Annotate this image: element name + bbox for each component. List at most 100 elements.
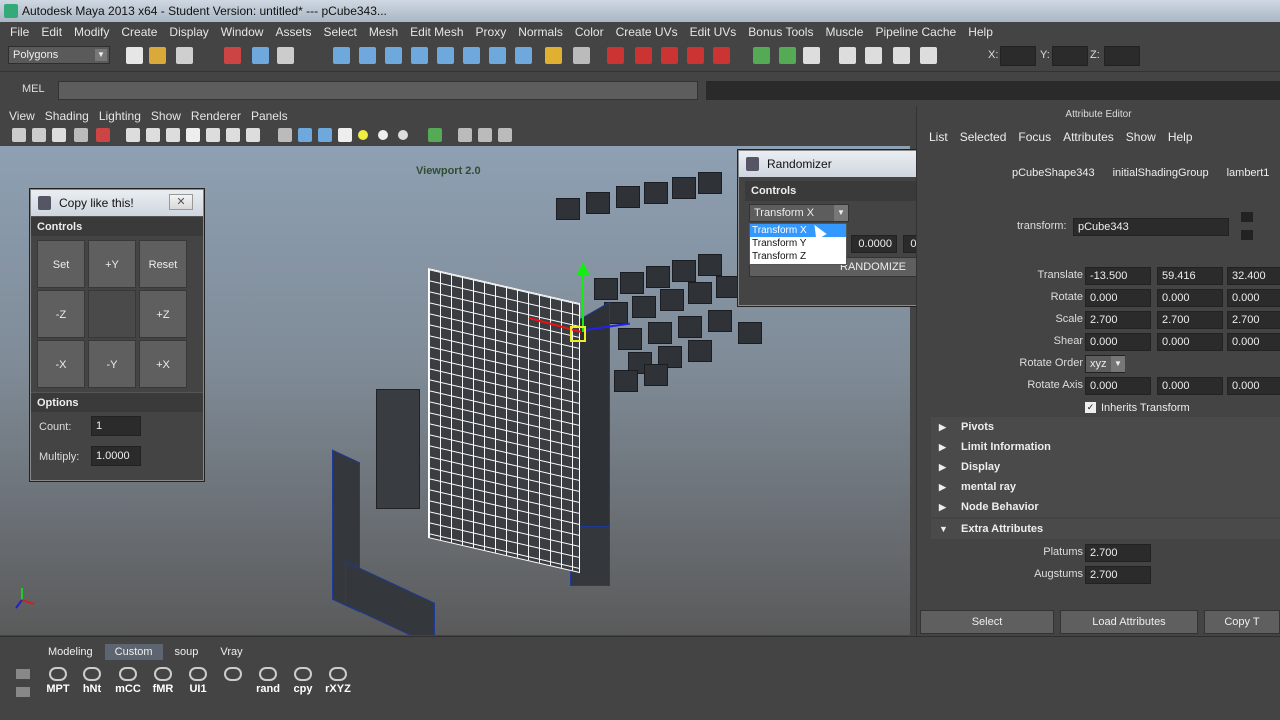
option-transform-y[interactable]: Transform Y [750, 237, 846, 250]
minus-y-button[interactable]: -Y [88, 340, 136, 388]
menu-edit-uvs[interactable]: Edit UVs [684, 25, 743, 39]
menu-normals[interactable]: Normals [512, 25, 569, 39]
menu-display[interactable]: Display [163, 25, 214, 39]
texture-icon[interactable] [186, 128, 200, 142]
help-icon[interactable] [515, 47, 532, 64]
snap-curve-icon[interactable] [359, 47, 376, 64]
shelf-button-rand[interactable]: rand [252, 667, 284, 701]
clapboard-icon[interactable] [865, 47, 882, 64]
minus-x-button[interactable]: -X [37, 340, 85, 388]
random-min-field[interactable]: 0.0000 [851, 235, 897, 253]
rotate-x-field[interactable]: 0.000 [1085, 289, 1151, 307]
shelf-tab-modeling[interactable]: Modeling [38, 644, 103, 660]
light-icon[interactable] [358, 130, 368, 140]
lock-icon[interactable] [545, 47, 562, 64]
ae-load-attributes-button[interactable]: Load Attributes [1060, 610, 1198, 634]
vp-menu-panels[interactable]: Panels [246, 109, 293, 123]
ae-menu-focus[interactable]: Focus [1012, 130, 1057, 144]
mel-label[interactable]: MEL [22, 83, 45, 95]
menu-color[interactable]: Color [569, 25, 610, 39]
cube-wire-icon[interactable] [278, 128, 292, 142]
new-scene-icon[interactable] [126, 47, 143, 64]
snap-plane-icon[interactable] [411, 47, 428, 64]
reset-button[interactable]: Reset [139, 240, 187, 288]
save-scene-icon[interactable] [176, 47, 193, 64]
shelf-menu-icon[interactable] [16, 669, 30, 679]
input-output-icon[interactable] [573, 47, 590, 64]
modeling-toolkit-icon[interactable] [893, 47, 910, 64]
ae-select-button[interactable]: Select [920, 610, 1054, 634]
menu-proxy[interactable]: Proxy [470, 25, 513, 39]
menu-select[interactable]: Select [317, 25, 362, 39]
ae-menu-list[interactable]: List [923, 130, 954, 144]
shelf-tab-soup[interactable]: soup [165, 644, 209, 660]
plus-z-button[interactable]: +Z [139, 290, 187, 338]
scale-z-field[interactable]: 2.700 [1227, 311, 1280, 329]
isolate-icon[interactable] [226, 128, 240, 142]
scale-y-field[interactable]: 2.700 [1157, 311, 1223, 329]
ae-menu-help[interactable]: Help [1162, 130, 1199, 144]
shelf-tab-custom[interactable]: Custom [104, 644, 163, 660]
render-view-icon[interactable] [713, 47, 730, 64]
platums-field[interactable]: 2.700 [1085, 544, 1151, 562]
menu-bonus-tools[interactable]: Bonus Tools [742, 25, 819, 39]
menu-muscle[interactable]: Muscle [819, 25, 869, 39]
vp-menu-lighting[interactable]: Lighting [94, 109, 146, 123]
attribute-editor-toggle-icon[interactable] [753, 47, 770, 64]
shelf-button-mcc[interactable]: mCC [112, 667, 144, 701]
grid-icon[interactable] [96, 128, 110, 142]
shelf-button-mpt[interactable]: MPT [42, 667, 74, 701]
tool-settings-icon[interactable] [779, 47, 796, 64]
menu-pipeline-cache[interactable]: Pipeline Cache [869, 25, 962, 39]
transform-name-field[interactable]: pCube343 [1073, 218, 1229, 236]
close-icon[interactable]: ✕ [169, 194, 193, 210]
shelf-button-ui1[interactable]: UI1 [182, 667, 214, 701]
cube-shaded-icon[interactable] [298, 128, 312, 142]
text-icon[interactable] [246, 128, 260, 142]
menu-modify[interactable]: Modify [68, 25, 115, 39]
tab-shading-group[interactable]: initialShadingGroup [1104, 164, 1218, 184]
translate-x-field[interactable]: -13.500 [1085, 267, 1151, 285]
rotate-axis-x-field[interactable]: 0.000 [1085, 377, 1151, 395]
camera-icon[interactable] [12, 128, 26, 142]
ipr-render-icon[interactable] [635, 47, 652, 64]
share-icon[interactable] [498, 128, 512, 142]
shelf-button-unlabeled[interactable] [217, 667, 249, 701]
menu-set-select[interactable]: Polygons ▼ [8, 46, 110, 64]
augstums-field[interactable]: 2.700 [1085, 566, 1151, 584]
controls-header[interactable]: Controls [31, 216, 203, 236]
xray-icon[interactable] [206, 128, 220, 142]
select-hierarchy-icon[interactable] [224, 47, 241, 64]
translate-z-field[interactable]: 32.400 [1227, 267, 1280, 285]
hypershade-icon[interactable] [687, 47, 704, 64]
x-field[interactable] [1000, 46, 1036, 66]
cube-textured-icon[interactable] [318, 128, 332, 142]
open-scene-icon[interactable] [149, 47, 166, 64]
options-header[interactable]: Options [31, 392, 203, 412]
count-field[interactable]: 1 [91, 416, 141, 436]
frame-limit-information[interactable]: ▶ Limit Information [931, 437, 1280, 457]
layer-editor-icon[interactable] [839, 47, 856, 64]
frame-pivots[interactable]: ▶ Pivots [931, 417, 1280, 437]
menu-assets[interactable]: Assets [269, 25, 317, 39]
render-current-icon[interactable] [607, 47, 624, 64]
menu-create[interactable]: Create [115, 25, 163, 39]
copy-window-titlebar[interactable]: Copy like this! ✕ [31, 190, 203, 216]
menu-edit-mesh[interactable]: Edit Mesh [404, 25, 469, 39]
minus-z-button[interactable]: -Z [37, 290, 85, 338]
frame-display[interactable]: ▶ Display [931, 457, 1280, 477]
snap-surface-icon[interactable] [437, 47, 454, 64]
plus-x-button[interactable]: +X [139, 340, 187, 388]
ae-menu-attributes[interactable]: Attributes [1057, 130, 1120, 144]
tab-lambert[interactable]: lambert1 [1218, 164, 1279, 184]
lock-camera-icon[interactable] [32, 128, 46, 142]
outliner-icon[interactable] [920, 47, 937, 64]
z-field[interactable] [1104, 46, 1140, 66]
option-transform-z[interactable]: Transform Z [750, 250, 846, 263]
rotate-axis-y-field[interactable]: 0.000 [1157, 377, 1223, 395]
smooth-shade-icon[interactable] [146, 128, 160, 142]
shelf-button-fmr[interactable]: fMR [147, 667, 179, 701]
ae-menu-show[interactable]: Show [1120, 130, 1162, 144]
menu-create-uvs[interactable]: Create UVs [610, 25, 684, 39]
frame-mental-ray[interactable]: ▶ mental ray [931, 477, 1280, 497]
